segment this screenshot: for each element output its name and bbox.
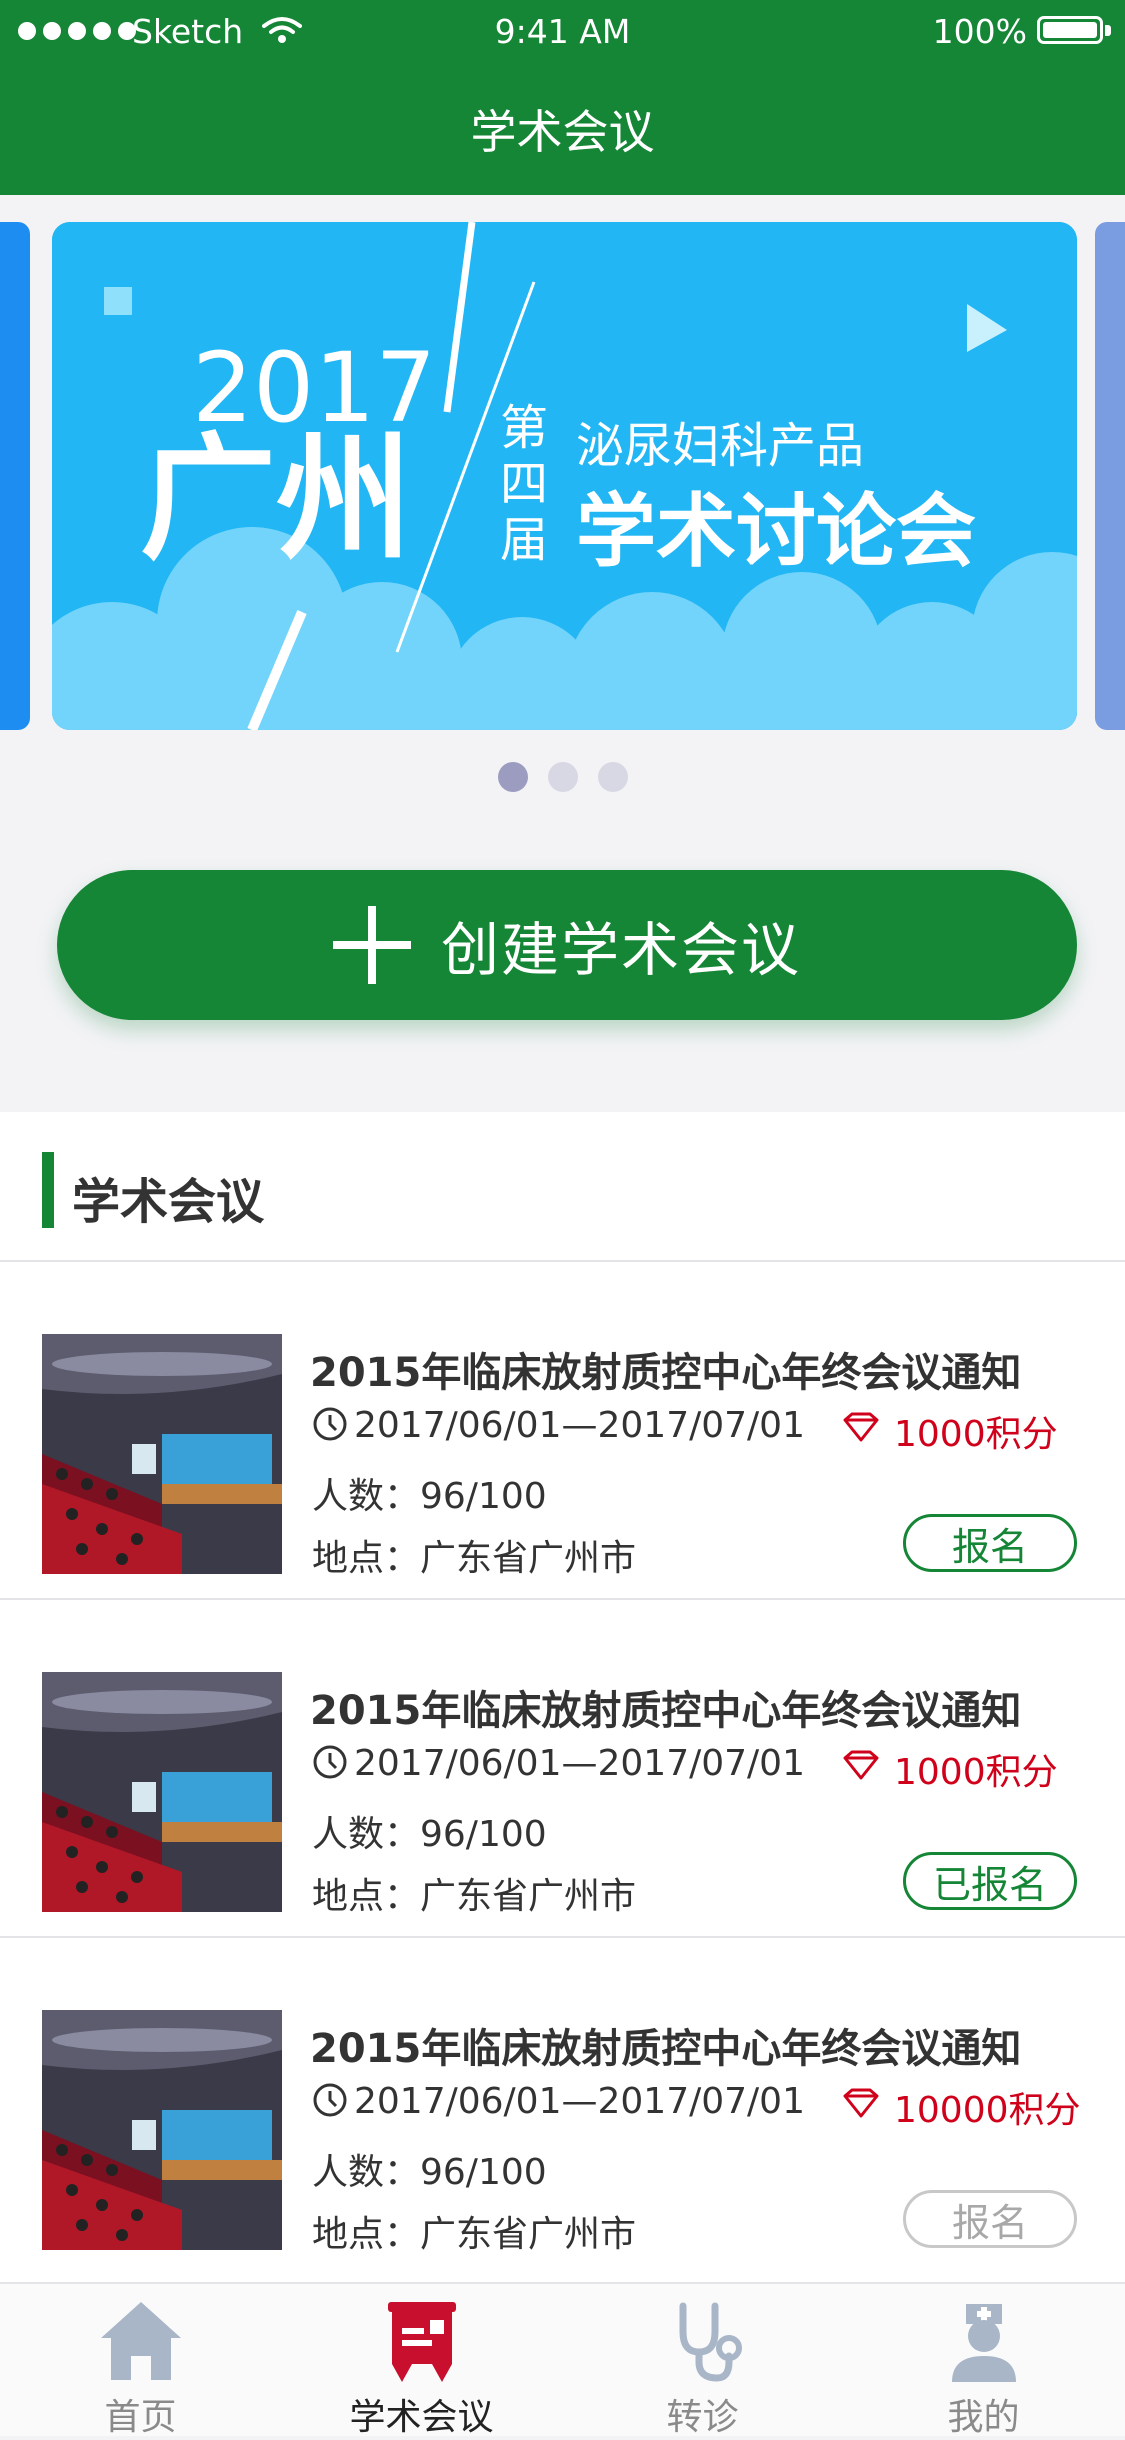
conference-list-item[interactable]: 2015年临床放射质控中心年终会议通知 2017/06/01—2017/07/0… <box>0 1262 1125 1600</box>
battery-percentage: 100% <box>932 12 1027 51</box>
tab-profile[interactable]: 我的 <box>843 2284 1124 2438</box>
conference-attendance: 人数：96/100 <box>312 1814 547 1855</box>
tab-referral[interactable]: 转诊 <box>562 2284 843 2438</box>
tab-conference[interactable]: 学术会议 <box>281 2284 562 2438</box>
banner-title: 学术讨论会 <box>576 485 976 578</box>
tab-label: 学术会议 <box>349 2397 494 2438</box>
conference-date: 2017/06/01—2017/07/01 <box>354 1743 805 1784</box>
pagination-dot[interactable] <box>497 762 528 792</box>
banner-prev-peek[interactable] <box>0 222 30 730</box>
registered-button[interactable]: 已报名 <box>903 1852 1077 1910</box>
conference-date: 2017/06/01—2017/07/01 <box>354 1405 805 1446</box>
tab-label: 我的 <box>947 2397 1020 2438</box>
diamond-icon <box>843 1750 879 1780</box>
clock-icon <box>313 1745 347 1779</box>
pagination-dot[interactable] <box>597 762 628 792</box>
tab-label: 转诊 <box>666 2397 739 2438</box>
home-icon <box>100 2302 181 2380</box>
stethoscope-icon <box>679 2302 742 2382</box>
clock-icon <box>313 1407 347 1441</box>
conference-list-section: 学术会议 2015年临床放射质控中心年终会议通知 2017/06/01—2017… <box>0 1112 1125 2292</box>
conference-icon <box>387 2302 456 2382</box>
conference-thumbnail <box>42 1334 282 1574</box>
plus-icon <box>332 906 411 984</box>
conference-thumbnail <box>42 1672 282 1912</box>
conference-location: 地点：广东省广州市 <box>312 1876 637 1917</box>
conference-title: 2015年临床放射质控中心年终会议通知 <box>310 1688 1022 1734</box>
conference-location: 地点：广东省广州市 <box>312 2214 637 2255</box>
clock-icon <box>313 2083 347 2117</box>
banner-slide[interactable]: 2017 广州 第四届 泌尿妇科产品 学术讨论会 <box>52 222 1077 730</box>
create-conference-label: 创建学术会议 <box>440 916 801 984</box>
create-conference-button[interactable]: 创建学术会议 <box>57 870 1077 1020</box>
banner-city: 广州 <box>140 421 412 579</box>
conference-attendance: 人数：96/100 <box>312 1476 547 1517</box>
battery-tip <box>1105 25 1111 36</box>
page-title: 学术会议 <box>470 105 655 159</box>
conference-list-item[interactable]: 2015年临床放射质控中心年终会议通知 2017/06/01—2017/07/0… <box>0 1600 1125 1938</box>
pagination-dot[interactable] <box>547 762 578 792</box>
diamond-icon <box>843 1412 879 1442</box>
conference-points: 10000积分 <box>894 2090 1081 2131</box>
register-button-disabled[interactable]: 报名 <box>903 2190 1077 2248</box>
conference-points: 1000积分 <box>894 1414 1058 1455</box>
banner-ordinal: 第四届 <box>499 400 548 568</box>
tab-label: 首页 <box>104 2397 177 2438</box>
conference-list-item[interactable]: 2015年临床放射质控中心年终会议通知 2017/06/01—2017/07/0… <box>0 1938 1125 2276</box>
banner-next-peek[interactable] <box>1095 222 1125 730</box>
battery-icon <box>1037 16 1103 44</box>
section-accent-bar <box>42 1152 54 1228</box>
tab-bar: 首页 学术会议 转诊 我的 <box>0 2282 1125 2438</box>
carousel-pagination <box>0 762 1125 792</box>
register-button[interactable]: 报名 <box>903 1514 1077 1572</box>
conference-attendance: 人数：96/100 <box>312 2152 547 2193</box>
conference-points: 1000积分 <box>894 1752 1058 1793</box>
conference-location: 地点：广东省广州市 <box>312 1538 637 1579</box>
section-title: 学术会议 <box>72 1174 265 1230</box>
doctor-icon <box>951 2304 1016 2382</box>
diamond-icon <box>843 2088 879 2118</box>
conference-thumbnail <box>42 2010 282 2250</box>
tab-home[interactable]: 首页 <box>0 2284 281 2438</box>
banner-subtitle: 泌尿妇科产品 <box>576 418 865 474</box>
conference-title: 2015年临床放射质控中心年终会议通知 <box>310 1350 1022 1396</box>
conference-date: 2017/06/01—2017/07/01 <box>354 2081 805 2122</box>
conference-title: 2015年临床放射质控中心年终会议通知 <box>310 2026 1022 2072</box>
navigation-header: Sketch 9:41 AM 100% 学术会议 <box>0 0 1125 195</box>
